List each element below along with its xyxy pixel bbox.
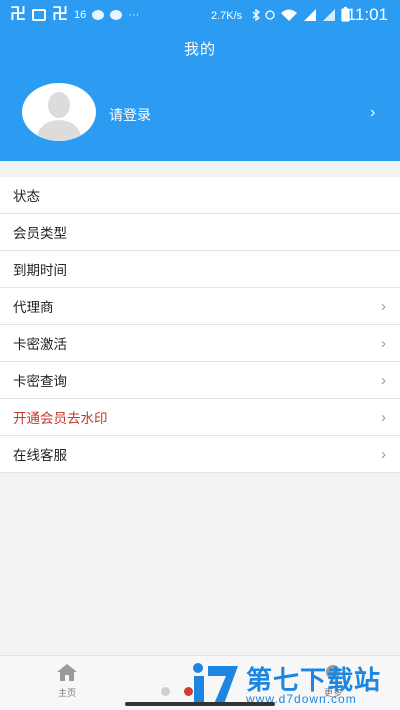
menu-item-label: 代理商	[13, 300, 54, 315]
menu-item-label: 卡密激活	[13, 337, 67, 352]
menu-item-card-query[interactable]: 卡密查询 ›	[0, 362, 400, 399]
signal-icon	[304, 9, 316, 21]
qq-icon	[110, 10, 123, 20]
profile-header: 卍 卍 16 ··· 2.7K/s 11:01 我的 请登录 ›	[0, 0, 400, 161]
status-bar: 卍 卍 16 ··· 2.7K/s 11:01	[0, 0, 400, 32]
chevron-right-icon: ›	[381, 298, 386, 315]
chevron-right-icon: ›	[381, 409, 386, 426]
menu-item-status[interactable]: 状态	[0, 177, 400, 214]
alarm-icon	[265, 9, 275, 20]
tab-home[interactable]: 主页	[27, 656, 107, 710]
more-notifications-icon: ···	[128, 9, 140, 21]
menu-item-membership-type[interactable]: 会员类型	[0, 214, 400, 251]
menu-item-expiry-time[interactable]: 到期时间	[0, 251, 400, 288]
menu-item-agent[interactable]: 代理商 ›	[0, 288, 400, 325]
bug-icon: 卍	[52, 6, 69, 23]
home-indicator[interactable]	[125, 702, 275, 706]
default-avatar-icon	[36, 92, 82, 141]
network-speed: 2.7K/s	[211, 10, 243, 22]
status-bar-notifications: 卍 卍 16 ···	[10, 6, 139, 24]
settings-menu: 状态 会员类型 到期时间 代理商 › 卡密激活 › 卡密查询 › 开通会员去水印…	[0, 177, 400, 473]
menu-item-label: 到期时间	[13, 263, 67, 278]
wifi-icon	[281, 9, 297, 21]
chat-icon	[92, 10, 105, 20]
chevron-right-icon: ›	[381, 446, 386, 463]
menu-item-card-activation[interactable]: 卡密激活 ›	[0, 325, 400, 362]
notification-count: 16	[74, 9, 87, 21]
home-icon	[57, 664, 77, 681]
menu-item-label: 在线客服	[13, 448, 67, 463]
site-logo-icon	[193, 663, 238, 704]
page-title: 我的	[183, 41, 216, 58]
menu-item-online-support[interactable]: 在线客服 ›	[0, 436, 400, 473]
bluetooth-icon	[252, 8, 260, 21]
chevron-right-icon: ›	[381, 335, 386, 352]
menu-item-label: 卡密查询	[13, 374, 67, 389]
bug-icon: 卍	[10, 6, 27, 23]
signal-icon	[323, 9, 335, 21]
chevron-right-icon: ›	[381, 372, 386, 389]
chevron-right-icon[interactable]: ›	[370, 104, 375, 122]
page-indicator-dot	[161, 687, 170, 696]
tab-label: 主页	[57, 688, 76, 698]
avatar[interactable]	[22, 83, 96, 141]
status-bar-system-icons	[252, 7, 350, 22]
menu-item-vip-remove-watermark[interactable]: 开通会员去水印 ›	[0, 399, 400, 436]
clock: 11:01	[346, 5, 388, 24]
image-icon	[32, 9, 47, 21]
menu-item-label: 会员类型	[13, 226, 67, 241]
menu-item-label: 状态	[13, 189, 40, 204]
menu-item-label: 开通会员去水印	[13, 411, 108, 426]
login-link[interactable]: 请登录	[109, 105, 151, 125]
